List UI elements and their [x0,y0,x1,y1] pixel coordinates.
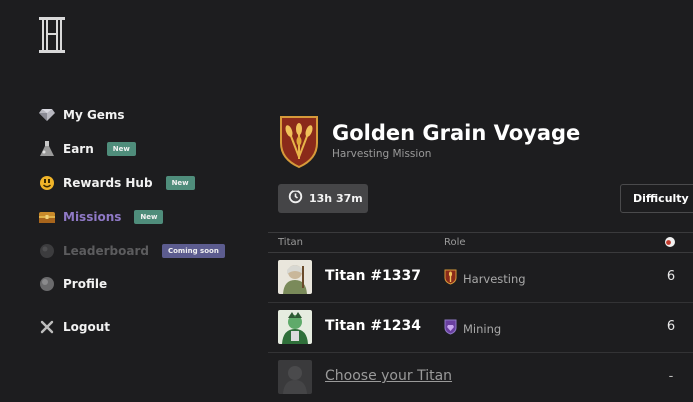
sidebar-item-label: Leaderboard [63,244,149,258]
mining-shield-icon [444,319,457,339]
choose-titan-row[interactable]: Choose your Titan - [268,352,693,402]
power-value: 6 [666,319,676,334]
role-cell: Harvesting [444,269,526,289]
gem-icon [38,106,56,124]
sidebar-item-label: My Gems [63,108,125,122]
column-header-titan: Titan [278,237,303,248]
treasure-chest-icon [38,208,56,226]
sidebar-nav: My Gems Earn New Rewards Hub New Mission… [0,0,250,401]
difficulty-dropdown[interactable]: Difficulty [620,184,693,213]
new-badge: New [134,210,164,224]
placeholder-avatar [278,360,312,394]
titan-avatar [278,260,312,294]
role-cell: Mining [444,319,501,339]
sidebar-item-missions[interactable]: Missions New [38,207,164,227]
sidebar-item-my-gems[interactable]: My Gems [38,105,125,125]
power-orb-icon [664,236,676,251]
orb-icon [38,242,56,260]
timer-text: 13h 37m [309,192,363,205]
new-badge: New [165,176,195,190]
logout-button[interactable]: Logout [38,317,110,337]
mission-timer: 13h 37m [278,184,368,213]
power-value: - [668,369,674,384]
table-header: Titan Role [268,232,693,253]
mission-panel: Golden Grain Voyage Harvesting Mission 1… [268,0,693,401]
harvesting-shield-icon [444,269,457,289]
sidebar-item-label: Rewards Hub [63,176,153,190]
titan-avatar [278,310,312,344]
column-header-role: Role [444,237,466,248]
wheat-shield-icon [278,113,320,169]
sidebar-item-earn[interactable]: Earn New [38,139,136,159]
power-value: 6 [666,269,676,284]
timer-icon [288,189,303,208]
role-text: Mining [463,322,502,336]
table-row[interactable]: Titan #1234 Mining 6 [268,302,693,353]
titan-name: Titan #1234 [325,318,422,334]
sidebar-item-leaderboard: Leaderboard Coming soon [38,241,225,261]
sidebar-item-label: Missions [63,210,122,224]
mission-title: Golden Grain Voyage [332,121,581,145]
coming-soon-badge: Coming soon [161,244,225,258]
sidebar-item-profile[interactable]: Profile [38,274,107,294]
logout-label: Logout [63,320,111,334]
titan-name: Titan #1337 [325,268,422,284]
flask-icon [38,140,56,158]
mission-subtitle: Harvesting Mission [332,148,432,160]
role-text: Harvesting [463,272,526,286]
smiley-coin-icon [38,174,56,192]
sidebar-item-rewards-hub[interactable]: Rewards Hub New [38,173,195,193]
sidebar-item-label: Earn [63,142,94,156]
close-icon [38,318,56,336]
table-row[interactable]: Titan #1337 Harvesting 6 [268,252,693,303]
new-badge: New [106,142,136,156]
choose-titan-link[interactable]: Choose your Titan [325,368,452,384]
difficulty-label: Difficulty [633,192,689,205]
sidebar-item-label: Profile [63,277,108,291]
sphere-icon [38,275,56,293]
